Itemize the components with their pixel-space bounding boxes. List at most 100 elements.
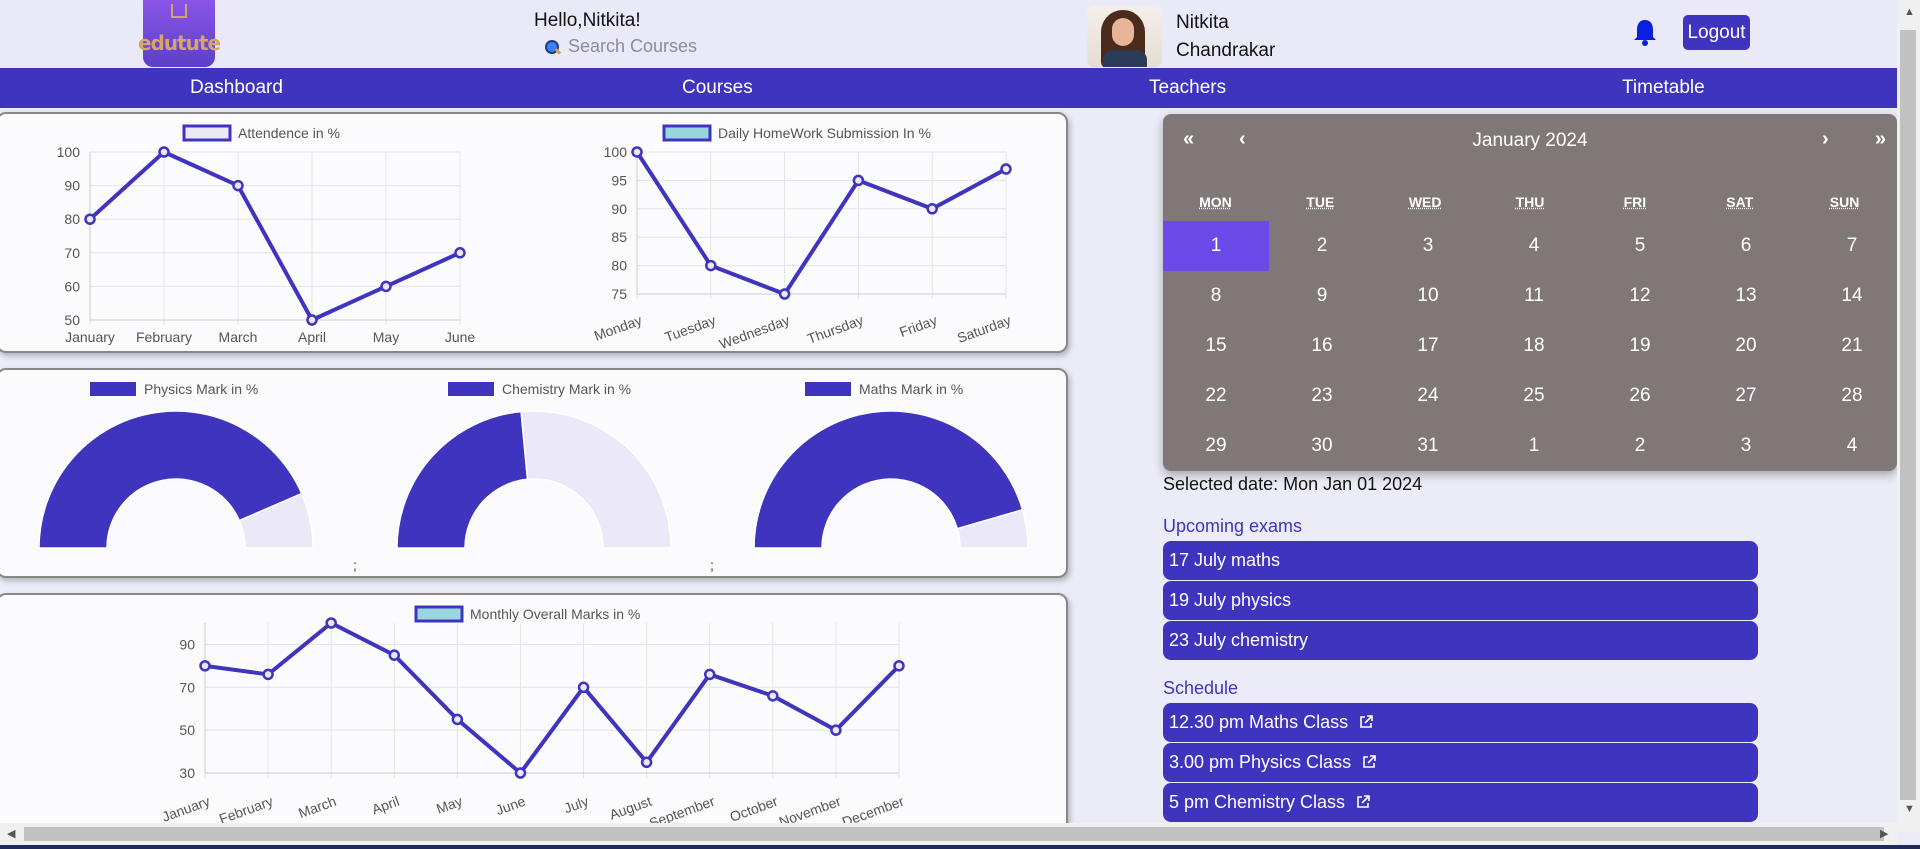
schedule-item[interactable]: 12.30 pm Maths Class	[1163, 703, 1758, 742]
calendar-day[interactable]: 6	[1693, 221, 1799, 271]
horizontal-scrollbar[interactable]: ◀ ▶	[0, 823, 1897, 845]
data-point	[158, 146, 170, 158]
upcoming-exams-title: Upcoming exams	[1163, 516, 1303, 536]
calendar-next-button[interactable]: ›	[1822, 128, 1829, 151]
x-tick-label: February	[136, 329, 192, 345]
edutute-logo[interactable]: edutute	[138, 0, 221, 67]
calendar-day[interactable]: 3	[1693, 421, 1799, 471]
vertical-scroll-thumb[interactable]	[1900, 30, 1916, 800]
nav-timetable[interactable]: Timetable	[1622, 68, 1705, 108]
scroll-down-icon[interactable]: ▼	[1904, 803, 1915, 815]
nav-dashboard[interactable]: Dashboard	[190, 68, 283, 108]
calendar-day[interactable]: 7	[1799, 221, 1905, 271]
exam-item[interactable]: 17 July maths	[1163, 541, 1758, 580]
schedule-item-label: 3.00 pm Physics Class	[1169, 752, 1352, 772]
x-tick-label: May	[434, 793, 464, 817]
calendar-day[interactable]: 29	[1163, 421, 1269, 471]
scroll-right-icon[interactable]: ▶	[1880, 827, 1888, 840]
avatar[interactable]	[1087, 6, 1162, 67]
calendar-day[interactable]: 16	[1269, 321, 1375, 371]
calendar-day[interactable]: 19	[1587, 321, 1693, 371]
chemistry-donut: Chemistry Mark in %	[396, 381, 672, 549]
data-point	[703, 668, 716, 681]
x-tick-label: Tuesday	[662, 312, 717, 345]
bell-icon[interactable]	[1632, 18, 1658, 46]
calendar-day[interactable]: 9	[1269, 271, 1375, 321]
scroll-left-icon[interactable]: ◀	[7, 827, 15, 840]
calendar-last-button[interactable]: »	[1875, 128, 1886, 151]
nav-teachers[interactable]: Teachers	[1149, 68, 1226, 108]
user-last-name: Chandrakar	[1176, 40, 1276, 61]
calendar-day[interactable]: 8	[1163, 271, 1269, 321]
calendar-day-selected[interactable]: 1	[1163, 221, 1269, 271]
calendar-day[interactable]: 28	[1799, 371, 1905, 421]
y-tick-label: 50	[64, 312, 80, 328]
exam-item[interactable]: 19 July physics	[1163, 581, 1758, 620]
calendar-day[interactable]: 22	[1163, 371, 1269, 421]
calendar-day[interactable]: 2	[1269, 221, 1375, 271]
calendar-day[interactable]: 14	[1799, 271, 1905, 321]
calendar-day[interactable]: 13	[1693, 271, 1799, 321]
calendar-day[interactable]: 31	[1375, 421, 1481, 471]
series-line	[635, 150, 1007, 297]
calendar-day[interactable]: 11	[1481, 271, 1587, 321]
calendar-day[interactable]: 5	[1587, 221, 1693, 271]
data-point	[767, 690, 779, 702]
physics-donut: Physics Mark in %	[38, 381, 314, 549]
calendar-day[interactable]: 24	[1375, 371, 1481, 421]
x-tick-label: May	[373, 329, 399, 345]
data-point	[454, 247, 466, 259]
calendar-day[interactable]: 3	[1375, 221, 1481, 271]
calendar-day[interactable]: 30	[1269, 421, 1375, 471]
search-placeholder[interactable]: Search Courses	[568, 36, 697, 57]
calendar-day[interactable]: 27	[1693, 371, 1799, 421]
data-point	[631, 146, 643, 158]
calendar-weekday: FRI	[1623, 194, 1647, 210]
schedule-title: Schedule	[1163, 678, 1239, 698]
search-courses[interactable]: Search Courses	[544, 36, 697, 57]
data-point	[926, 203, 938, 215]
calendar-day[interactable]: 20	[1693, 321, 1799, 371]
calendar-day[interactable]: 26	[1587, 371, 1693, 421]
legend-label: Attendence in %	[238, 125, 340, 141]
main-nav: Dashboard Courses Teachers Timetable	[0, 68, 1897, 108]
calendar-day[interactable]: 25	[1481, 371, 1587, 421]
x-tick-label: Wednesday	[717, 312, 792, 351]
y-tick-label: 90	[179, 636, 195, 652]
calendar-day[interactable]: 4	[1481, 221, 1587, 271]
calendar-day[interactable]: 23	[1269, 371, 1375, 421]
external-link-icon[interactable]	[1356, 795, 1370, 809]
y-tick-label: 30	[179, 765, 195, 781]
scroll-up-icon[interactable]: ▲	[1904, 6, 1915, 18]
donut-charts-svg: Physics Mark in % Chemistry Mark in % Ma…	[38, 381, 1029, 573]
schedule-item[interactable]: 3.00 pm Physics Class	[1163, 743, 1758, 782]
calendar-day[interactable]: 2	[1587, 421, 1693, 471]
exam-item[interactable]: 23 July chemistry	[1163, 621, 1758, 660]
monthly-chart-svg: Monthly Overall Marks in % 30 50 70 90 Januar…	[160, 605, 906, 831]
x-tick-label: February	[217, 793, 275, 827]
calendar-day[interactable]: 21	[1799, 321, 1905, 371]
donut-filled-segment	[396, 410, 529, 549]
calendar-day[interactable]: 17	[1375, 321, 1481, 371]
y-tick-label: 85	[611, 229, 627, 245]
logout-button[interactable]: Logout	[1683, 15, 1750, 50]
external-link-icon[interactable]	[1359, 715, 1373, 729]
top-header: edutute Hello,Nitkita! Search Courses Ni…	[0, 0, 1897, 68]
y-tick-label: 80	[611, 258, 627, 274]
external-link-icon[interactable]	[1362, 755, 1376, 769]
monthly-marks-chart: Monthly Overall Marks in % 30 50 70 90 Januar…	[160, 605, 906, 831]
calendar-day[interactable]: 12	[1587, 271, 1693, 321]
schedule-item-label: 12.30 pm Maths Class	[1169, 712, 1349, 732]
calendar-day[interactable]: 18	[1481, 321, 1587, 371]
calendar-day[interactable]: 10	[1375, 271, 1481, 321]
calendar-day[interactable]: 4	[1799, 421, 1905, 471]
horizontal-scroll-thumb[interactable]	[24, 827, 1884, 841]
data-point	[1000, 163, 1012, 175]
calendar-title[interactable]: January 2024	[1163, 130, 1897, 152]
series-line	[88, 149, 461, 323]
calendar-day[interactable]: 1	[1481, 421, 1587, 471]
vertical-scrollbar[interactable]: ▲ ▼	[1897, 0, 1920, 832]
calendar-day[interactable]: 15	[1163, 321, 1269, 371]
nav-courses[interactable]: Courses	[682, 68, 753, 108]
schedule-item[interactable]: 5 pm Chemistry Class	[1163, 783, 1758, 822]
